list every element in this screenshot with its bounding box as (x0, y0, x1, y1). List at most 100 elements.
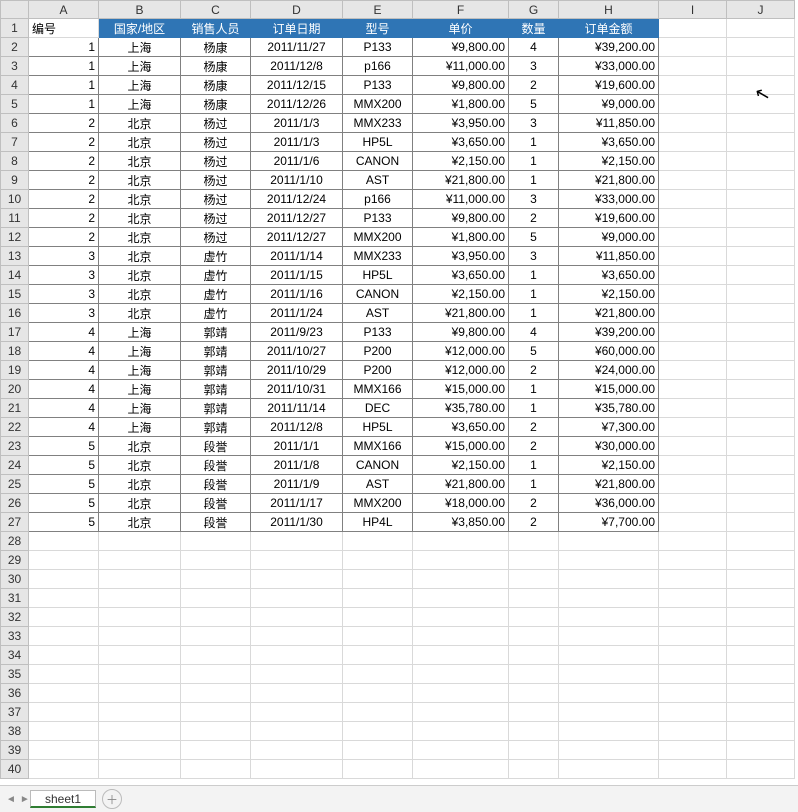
cell-J25[interactable] (727, 475, 795, 494)
cell-D25[interactable]: 2011/1/9 (251, 475, 343, 494)
cell-F20[interactable]: ¥15,000.00 (413, 380, 509, 399)
row-header[interactable]: 28 (1, 532, 29, 551)
column-header-G[interactable]: G (509, 1, 559, 19)
cell-A24[interactable]: 5 (29, 456, 99, 475)
cell-F23[interactable]: ¥15,000.00 (413, 437, 509, 456)
cell-A15[interactable]: 3 (29, 285, 99, 304)
cell-H28[interactable] (559, 532, 659, 551)
cell-C21[interactable]: 郭靖 (181, 399, 251, 418)
cell-C34[interactable] (181, 646, 251, 665)
cell-A6[interactable]: 2 (29, 114, 99, 133)
cell-B20[interactable]: 上海 (99, 380, 181, 399)
cell-B15[interactable]: 北京 (99, 285, 181, 304)
cell-G7[interactable]: 1 (509, 133, 559, 152)
cell-J1[interactable] (727, 19, 795, 38)
cell-H11[interactable]: ¥19,600.00 (559, 209, 659, 228)
row-header[interactable]: 5 (1, 95, 29, 114)
cell-D29[interactable] (251, 551, 343, 570)
cell-E21[interactable]: DEC (343, 399, 413, 418)
cell-H4[interactable]: ¥19,600.00 (559, 76, 659, 95)
cell-I27[interactable] (659, 513, 727, 532)
cell-E24[interactable]: CANON (343, 456, 413, 475)
cell-I4[interactable] (659, 76, 727, 95)
cell-J2[interactable] (727, 38, 795, 57)
row-header[interactable]: 24 (1, 456, 29, 475)
row-header[interactable]: 20 (1, 380, 29, 399)
cell-C13[interactable]: 虚竹 (181, 247, 251, 266)
cell-F3[interactable]: ¥11,000.00 (413, 57, 509, 76)
cell-G9[interactable]: 1 (509, 171, 559, 190)
row-header[interactable]: 33 (1, 627, 29, 646)
tab-nav-arrows[interactable]: ◄ ► (6, 794, 30, 805)
cell-A1[interactable]: 编号 (29, 19, 99, 38)
cell-D4[interactable]: 2011/12/15 (251, 76, 343, 95)
cell-B40[interactable] (99, 760, 181, 779)
spreadsheet-grid[interactable]: ABCDEFGHIJ1编号国家/地区销售人员订单日期型号单价数量订单金额21上海… (0, 0, 798, 784)
cell-H5[interactable]: ¥9,000.00 (559, 95, 659, 114)
select-all-corner[interactable] (1, 1, 29, 19)
row-header[interactable]: 32 (1, 608, 29, 627)
cell-H23[interactable]: ¥30,000.00 (559, 437, 659, 456)
cell-B3[interactable]: 上海 (99, 57, 181, 76)
cell-G26[interactable]: 2 (509, 494, 559, 513)
cell-H35[interactable] (559, 665, 659, 684)
cell-D13[interactable]: 2011/1/14 (251, 247, 343, 266)
cell-G4[interactable]: 2 (509, 76, 559, 95)
cell-E36[interactable] (343, 684, 413, 703)
cell-G21[interactable]: 1 (509, 399, 559, 418)
cell-H15[interactable]: ¥2,150.00 (559, 285, 659, 304)
cell-G3[interactable]: 3 (509, 57, 559, 76)
cell-J31[interactable] (727, 589, 795, 608)
cell-A32[interactable] (29, 608, 99, 627)
row-header[interactable]: 31 (1, 589, 29, 608)
row-header[interactable]: 29 (1, 551, 29, 570)
cell-F33[interactable] (413, 627, 509, 646)
cell-I33[interactable] (659, 627, 727, 646)
cell-G14[interactable]: 1 (509, 266, 559, 285)
cell-H30[interactable] (559, 570, 659, 589)
cell-F29[interactable] (413, 551, 509, 570)
cell-D20[interactable]: 2011/10/31 (251, 380, 343, 399)
cell-H36[interactable] (559, 684, 659, 703)
cell-A20[interactable]: 4 (29, 380, 99, 399)
cell-I2[interactable] (659, 38, 727, 57)
cell-C1[interactable]: 销售人员 (181, 19, 251, 38)
cell-A5[interactable]: 1 (29, 95, 99, 114)
cell-F11[interactable]: ¥9,800.00 (413, 209, 509, 228)
cell-A39[interactable] (29, 741, 99, 760)
cell-B19[interactable]: 上海 (99, 361, 181, 380)
cell-G24[interactable]: 1 (509, 456, 559, 475)
cell-F38[interactable] (413, 722, 509, 741)
row-header[interactable]: 39 (1, 741, 29, 760)
cell-G32[interactable] (509, 608, 559, 627)
cell-C5[interactable]: 杨康 (181, 95, 251, 114)
cell-J40[interactable] (727, 760, 795, 779)
cell-E7[interactable]: HP5L (343, 133, 413, 152)
cell-C20[interactable]: 郭靖 (181, 380, 251, 399)
cell-E20[interactable]: MMX166 (343, 380, 413, 399)
column-header-A[interactable]: A (29, 1, 99, 19)
cell-E14[interactable]: HP5L (343, 266, 413, 285)
row-header[interactable]: 27 (1, 513, 29, 532)
cell-A4[interactable]: 1 (29, 76, 99, 95)
cell-I17[interactable] (659, 323, 727, 342)
cell-H18[interactable]: ¥60,000.00 (559, 342, 659, 361)
cell-E8[interactable]: CANON (343, 152, 413, 171)
cell-D19[interactable]: 2011/10/29 (251, 361, 343, 380)
cell-A12[interactable]: 2 (29, 228, 99, 247)
cell-B17[interactable]: 上海 (99, 323, 181, 342)
cell-J4[interactable] (727, 76, 795, 95)
cell-F40[interactable] (413, 760, 509, 779)
cell-G8[interactable]: 1 (509, 152, 559, 171)
cell-D21[interactable]: 2011/11/14 (251, 399, 343, 418)
cell-G1[interactable]: 数量 (509, 19, 559, 38)
cell-B14[interactable]: 北京 (99, 266, 181, 285)
cell-F14[interactable]: ¥3,650.00 (413, 266, 509, 285)
cell-A21[interactable]: 4 (29, 399, 99, 418)
cell-H8[interactable]: ¥2,150.00 (559, 152, 659, 171)
cell-D16[interactable]: 2011/1/24 (251, 304, 343, 323)
cell-H19[interactable]: ¥24,000.00 (559, 361, 659, 380)
cell-B25[interactable]: 北京 (99, 475, 181, 494)
cell-E6[interactable]: MMX233 (343, 114, 413, 133)
cell-C3[interactable]: 杨康 (181, 57, 251, 76)
